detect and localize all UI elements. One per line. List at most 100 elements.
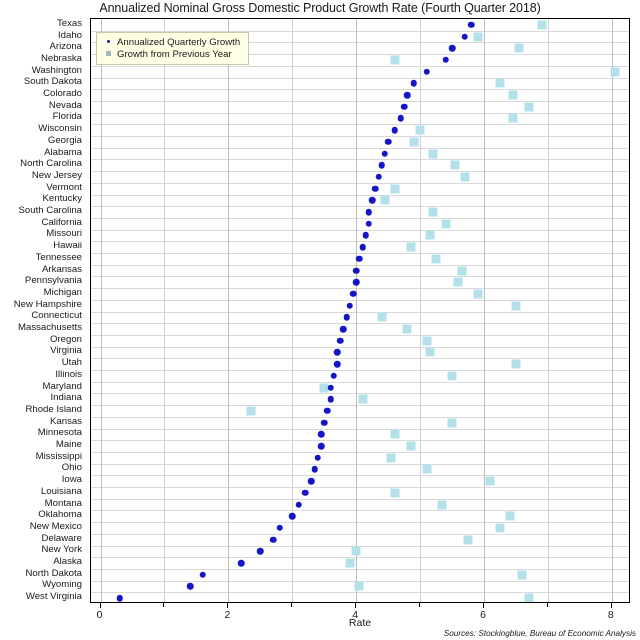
- y-axis-label: Oklahoma: [38, 509, 82, 521]
- y-axis-label: North Dakota: [25, 567, 82, 579]
- y-axis-label: Texas: [56, 18, 82, 30]
- data-point-previous-year: [415, 125, 425, 135]
- data-point-previous-year: [358, 394, 368, 404]
- data-point-previous-year: [473, 32, 483, 42]
- data-point-previous-year: [428, 207, 438, 217]
- y-axis-label: Montana: [44, 497, 82, 509]
- data-point-previous-year: [453, 277, 463, 287]
- y-axis-label: Florida: [52, 111, 82, 123]
- data-point-quarterly: [410, 80, 417, 87]
- legend-item-quarterly: Annualized Quarterly Growth: [102, 36, 240, 48]
- data-point-quarterly: [365, 208, 373, 216]
- y-axis-label: Rhode Island: [25, 404, 82, 416]
- data-point-quarterly: [330, 372, 338, 380]
- y-axis-label: New York: [41, 544, 82, 556]
- data-point-quarterly: [384, 138, 392, 146]
- y-axis-label: Vermont: [46, 181, 82, 193]
- x-axis-minor-tick-mark: [291, 603, 293, 607]
- plot-area: [90, 18, 630, 603]
- data-point-previous-year: [447, 418, 457, 428]
- data-point-previous-year: [441, 219, 451, 229]
- y-axis-label: Utah: [61, 357, 82, 369]
- data-point-quarterly: [404, 91, 411, 99]
- data-point-quarterly: [340, 325, 347, 333]
- y-axis-label: Colorado: [43, 88, 82, 100]
- y-axis-label: North Carolina: [20, 158, 82, 170]
- data-point-previous-year: [354, 581, 364, 591]
- data-point-quarterly: [397, 115, 405, 122]
- x-axis-tick-mark: [227, 603, 229, 608]
- data-point-previous-year: [505, 511, 515, 521]
- data-point-quarterly: [308, 477, 315, 485]
- data-point-previous-year: [390, 429, 400, 439]
- data-point-quarterly: [352, 279, 360, 286]
- y-axis-label: Iowa: [61, 474, 82, 486]
- y-axis-label: Alabama: [44, 146, 82, 158]
- data-point-previous-year: [524, 593, 534, 602]
- data-point-previous-year: [406, 441, 416, 451]
- data-point-previous-year: [390, 55, 400, 65]
- data-point-quarterly: [423, 68, 430, 75]
- data-point-previous-year: [447, 371, 457, 381]
- data-point-quarterly: [356, 255, 363, 263]
- data-point-quarterly: [301, 489, 309, 497]
- y-axis-label: Arizona: [49, 41, 82, 53]
- data-point-previous-year: [377, 312, 387, 322]
- y-axis-label: Tennessee: [35, 252, 82, 264]
- data-point-quarterly: [362, 232, 370, 239]
- data-point-previous-year: [450, 160, 460, 170]
- data-point-quarterly: [237, 559, 245, 567]
- data-point-quarterly: [327, 396, 334, 403]
- data-point-previous-year: [422, 336, 431, 346]
- data-point-previous-year: [463, 535, 473, 545]
- data-point-previous-year: [495, 523, 505, 533]
- x-axis-minor-tick-mark: [546, 603, 548, 607]
- y-axis-label: California: [41, 216, 82, 228]
- data-point-quarterly: [372, 185, 379, 192]
- grid-line-vertical: [420, 19, 422, 602]
- data-point-quarterly: [324, 407, 331, 415]
- x-axis-title: Rate: [348, 617, 372, 629]
- data-point-previous-year: [511, 359, 521, 369]
- grid-line-vertical: [611, 19, 613, 602]
- y-axis-label: West Virginia: [25, 591, 82, 603]
- chart-legend: Annualized Quarterly Growth Growth from …: [96, 32, 250, 65]
- grid-line-vertical: [228, 19, 230, 602]
- data-point-quarterly: [321, 419, 328, 426]
- y-axis-label: Maryland: [42, 380, 82, 392]
- legend-square-icon: [102, 45, 114, 63]
- data-point-quarterly: [289, 513, 296, 520]
- y-axis-label: Hawaii: [53, 240, 82, 252]
- y-axis-label: Georgia: [47, 135, 82, 147]
- data-point-quarterly: [343, 314, 350, 321]
- data-point-quarterly: [448, 45, 456, 52]
- data-point-quarterly: [317, 431, 325, 438]
- data-point-previous-year: [351, 546, 361, 556]
- data-point-quarterly: [257, 548, 264, 555]
- y-axis-label: Wisconsin: [38, 123, 82, 135]
- data-point-quarterly: [365, 220, 373, 227]
- x-axis-tick-mark: [483, 603, 485, 608]
- y-axis-label: South Dakota: [23, 76, 82, 88]
- data-point-previous-year: [345, 558, 355, 568]
- y-axis-label: Nebraska: [40, 53, 82, 65]
- y-axis-label: New Mexico: [29, 521, 82, 533]
- legend-label-previous-year: Growth from Previous Year: [117, 48, 232, 60]
- data-point-previous-year: [380, 195, 390, 205]
- data-point-previous-year: [524, 102, 534, 112]
- data-point-previous-year: [495, 78, 505, 88]
- y-axis-label: Minnesota: [37, 427, 82, 439]
- y-axis-state-labels: Texas Idaho Arizona Nebraska Washington South…: [0, 18, 86, 603]
- x-axis-tick-mark: [610, 603, 612, 608]
- data-point-quarterly: [400, 103, 408, 110]
- data-point-quarterly: [359, 243, 366, 251]
- data-point-previous-year: [517, 570, 527, 580]
- x-axis-tick-mark: [99, 603, 101, 608]
- data-point-previous-year: [508, 113, 518, 123]
- x-axis-minor-tick-mark: [163, 603, 165, 607]
- chart-title: Annualized Nominal Gross Domestic Produc…: [99, 1, 541, 15]
- y-axis-label: Alaska: [53, 556, 82, 568]
- data-point-previous-year: [390, 184, 400, 194]
- data-point-quarterly: [199, 571, 207, 578]
- data-point-quarterly: [333, 349, 341, 356]
